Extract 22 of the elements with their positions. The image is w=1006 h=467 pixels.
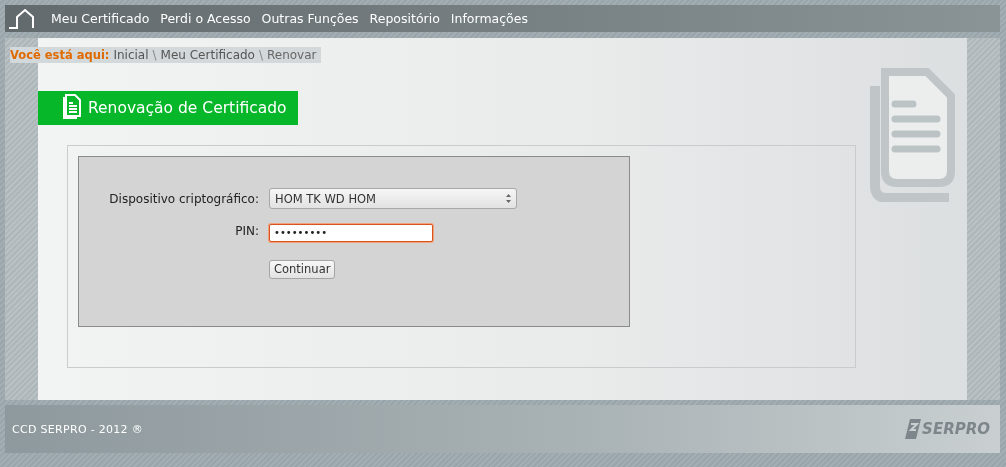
field-label: PIN:: [234, 224, 260, 239]
breadcrumb-separator: \: [152, 48, 157, 62]
pin-field[interactable]: •••••••••: [269, 223, 433, 242]
breadcrumb-link[interactable]: Meu Certificado: [160, 48, 255, 62]
nav-link[interactable]: Outras Funções: [261, 11, 359, 26]
document-icon: [60, 94, 82, 122]
device-select[interactable]: HOM TK WD HOM: [269, 188, 517, 209]
breadcrumb-link[interactable]: Inicial: [113, 48, 149, 62]
continue-button[interactable]: Continuar: [269, 259, 336, 279]
nav-link[interactable]: Informações: [450, 11, 528, 26]
breadcrumb-prefix: Você está aqui:: [10, 48, 110, 62]
section-title: Renovação de Certificado: [88, 99, 287, 117]
copyright-text: CCD SERPRO - 2012 ®: [12, 422, 143, 436]
nav-link[interactable]: Repositório: [369, 11, 440, 26]
up-down-arrows-icon: [505, 193, 512, 204]
nav-link[interactable]: Perdi o Acesso: [160, 11, 251, 26]
logo-icon: [904, 418, 923, 440]
nav-link[interactable]: Meu Certificado: [51, 11, 150, 26]
breadcrumb-current: Renovar: [267, 48, 317, 62]
breadcrumb-separator: \: [258, 48, 263, 62]
field-label: Dispositivo criptográfico:: [108, 191, 260, 206]
logo-text: SERPRO: [922, 420, 990, 438]
